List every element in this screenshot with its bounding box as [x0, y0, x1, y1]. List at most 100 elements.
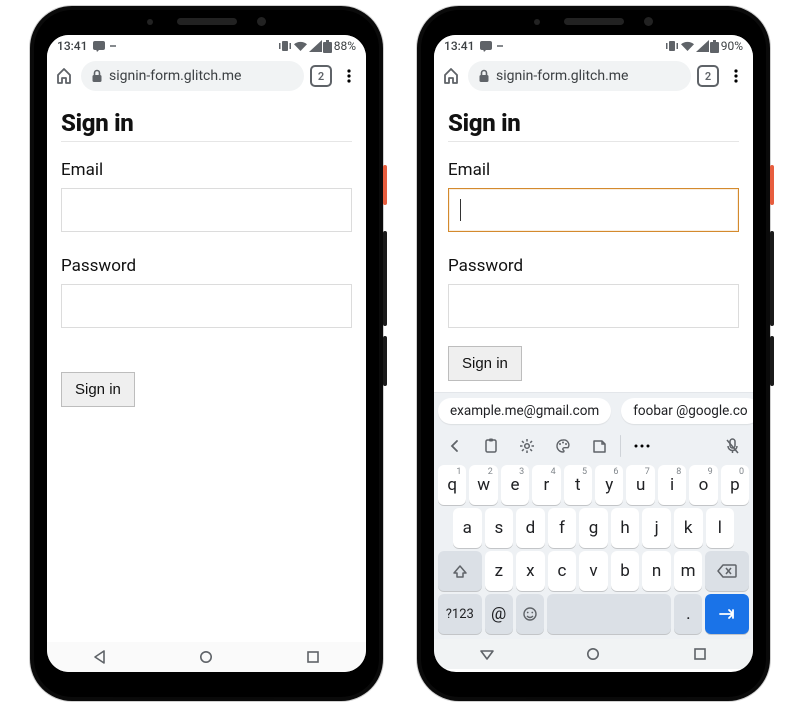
key-q[interactable]: q1 [438, 465, 466, 505]
key-f[interactable]: f [548, 508, 577, 548]
key-b[interactable]: b [611, 551, 640, 591]
nav-recent-icon[interactable] [692, 646, 708, 662]
signin-button[interactable]: Sign in [61, 372, 135, 407]
url-text: signin-form.glitch.me [109, 68, 241, 84]
autofill-suggestion[interactable]: example.me@gmail.com [438, 398, 611, 424]
cellular-icon [309, 40, 322, 52]
nav-home-icon[interactable] [585, 646, 601, 662]
key-k[interactable]: k [674, 508, 703, 548]
url-text: signin-form.glitch.me [496, 68, 628, 84]
key-c[interactable]: c [548, 551, 577, 591]
email-label: Email [61, 160, 352, 180]
key-h[interactable]: h [611, 508, 640, 548]
do-not-disturb-icon [107, 40, 119, 52]
tabs-button[interactable]: 2 [310, 65, 332, 87]
status-bar: 13:41 90% [434, 35, 753, 57]
key-v[interactable]: v [579, 551, 608, 591]
system-nav-bar [47, 642, 366, 672]
enter-key[interactable] [705, 594, 749, 634]
mic-off-icon[interactable] [715, 432, 749, 460]
key-y[interactable]: y6 [595, 465, 623, 505]
key-m[interactable]: m [674, 551, 703, 591]
key-x[interactable]: x [516, 551, 545, 591]
nav-home-icon[interactable] [198, 649, 214, 665]
keyboard-row: asdfghjkl [438, 508, 749, 548]
home-icon[interactable] [53, 65, 75, 87]
key-t[interactable]: t5 [564, 465, 592, 505]
address-bar[interactable]: signin-form.glitch.me [81, 61, 304, 91]
key-d[interactable]: d [516, 508, 545, 548]
soft-keyboard: q1w2e3r4t5y6u7i8o9p0 asdfghjkl zxcvbnm ?… [434, 427, 753, 639]
clock: 13:41 [444, 39, 474, 53]
key-w[interactable]: w2 [469, 465, 497, 505]
email-label: Email [448, 160, 739, 180]
key-r[interactable]: r4 [532, 465, 560, 505]
battery-icon [323, 40, 332, 53]
battery-icon [710, 40, 719, 53]
do-not-disturb-icon [494, 40, 506, 52]
key-a[interactable]: a [453, 508, 482, 548]
vibrate-icon [665, 40, 679, 52]
phone-right: 13:41 90% [417, 6, 770, 701]
password-field[interactable] [448, 284, 739, 328]
symbols-key[interactable]: ?123 [438, 594, 482, 634]
key-i[interactable]: i8 [658, 465, 686, 505]
system-nav-bar [434, 639, 753, 669]
keyboard-row: ?123 @ . [438, 594, 749, 634]
key-p[interactable]: p0 [721, 465, 749, 505]
chat-icon [480, 41, 493, 52]
overflow-menu-icon[interactable] [338, 65, 360, 87]
period-key[interactable]: . [674, 594, 702, 634]
page-title: Sign in [448, 109, 739, 137]
password-label: Password [61, 256, 352, 276]
clock: 13:41 [57, 39, 87, 53]
overflow-menu-icon[interactable] [725, 65, 747, 87]
backspace-key[interactable] [705, 551, 749, 591]
at-key[interactable]: @ [485, 594, 513, 634]
nav-hide-keyboard-icon[interactable] [479, 647, 495, 661]
cellular-icon [696, 40, 709, 52]
webpage-content: Sign in Email Password Sign in [434, 97, 753, 392]
autofill-suggestions: example.me@gmail.com foobar @google.co [434, 392, 753, 427]
email-field[interactable] [448, 188, 739, 232]
key-z[interactable]: z [485, 551, 514, 591]
key-e[interactable]: e3 [501, 465, 529, 505]
home-icon[interactable] [440, 65, 462, 87]
palette-icon[interactable] [546, 432, 580, 460]
battery-percent: 88% [334, 39, 356, 53]
browser-toolbar: signin-form.glitch.me 2 [434, 57, 753, 97]
nav-back-icon[interactable] [92, 649, 108, 665]
wifi-icon [680, 40, 695, 52]
signin-button[interactable]: Sign in [448, 346, 522, 381]
key-n[interactable]: n [642, 551, 671, 591]
page-title: Sign in [61, 109, 352, 137]
key-s[interactable]: s [485, 508, 514, 548]
key-l[interactable]: l [706, 508, 735, 548]
key-j[interactable]: j [642, 508, 671, 548]
keyboard-back-icon[interactable] [438, 432, 472, 460]
keyboard-row: q1w2e3r4t5y6u7i8o9p0 [438, 465, 749, 505]
shift-key[interactable] [438, 551, 482, 591]
battery-percent: 90% [721, 39, 743, 53]
phone-left: 13:41 88% [30, 6, 383, 701]
nav-recent-icon[interactable] [305, 649, 321, 665]
clipboard-icon[interactable] [474, 432, 508, 460]
email-field[interactable] [61, 188, 352, 232]
gear-icon[interactable] [510, 432, 544, 460]
browser-toolbar: signin-form.glitch.me 2 [47, 57, 366, 97]
wifi-icon [293, 40, 308, 52]
emoji-key[interactable] [516, 594, 544, 634]
more-icon[interactable] [625, 432, 659, 460]
password-field[interactable] [61, 284, 352, 328]
status-bar: 13:41 88% [47, 35, 366, 57]
tabs-button[interactable]: 2 [697, 65, 719, 87]
space-key[interactable] [547, 594, 672, 634]
key-o[interactable]: o9 [689, 465, 717, 505]
webpage-content: Sign in Email Password Sign in [47, 97, 366, 642]
sticker-icon[interactable] [582, 432, 616, 460]
key-u[interactable]: u7 [626, 465, 654, 505]
keyboard-row: zxcvbnm [438, 551, 749, 591]
key-g[interactable]: g [579, 508, 608, 548]
autofill-suggestion[interactable]: foobar @google.co [621, 398, 753, 424]
address-bar[interactable]: signin-form.glitch.me [468, 61, 691, 91]
